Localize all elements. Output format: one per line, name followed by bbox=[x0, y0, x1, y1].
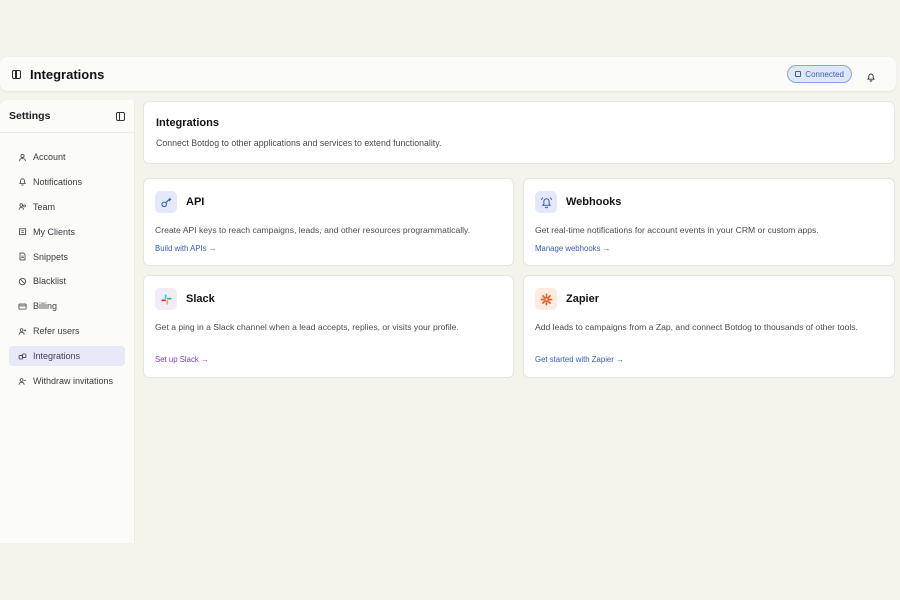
sidebar-header: Settings bbox=[0, 100, 134, 133]
sidebar-item-label: Integrations bbox=[33, 351, 81, 362]
sidebar-item-label: Account bbox=[33, 152, 66, 162]
sidebar-item-withdraw-invitations[interactable]: Withdraw invitations bbox=[9, 371, 125, 391]
sidebar-item-account[interactable]: Account bbox=[9, 147, 125, 167]
section-title: Integrations bbox=[156, 117, 219, 129]
top-bar: Integrations Connected bbox=[0, 57, 896, 91]
slack-integration-card: Slack Get a ping in a Slack channel when… bbox=[143, 275, 514, 378]
credit-card-icon bbox=[18, 302, 27, 311]
sidebar-item-label: Refer users bbox=[33, 326, 80, 337]
webhooks-integration-card: Webhooks Get real-time notifications for… bbox=[523, 178, 895, 266]
integration-description: Get a ping in a Slack channel when a lea… bbox=[155, 322, 459, 332]
sidebar-item-label: Notifications bbox=[33, 176, 83, 187]
sidebar-item-blacklist[interactable]: Blacklist bbox=[9, 271, 125, 291]
integrations-header-card: Integrations Connect Botdog to other app… bbox=[143, 101, 895, 164]
clients-icon bbox=[18, 227, 27, 236]
integration-name: Webhooks bbox=[566, 196, 622, 208]
integration-description: Add leads to campaigns from a Zap, and c… bbox=[535, 322, 858, 332]
sidebar-item-my-clients[interactable]: My Clients bbox=[9, 222, 125, 242]
team-icon bbox=[18, 202, 27, 211]
sidebar-item-label: Team bbox=[33, 201, 56, 212]
link-icon bbox=[18, 352, 27, 361]
sidebar-title: Settings bbox=[9, 110, 51, 122]
sidebar-item-refer-users[interactable]: Refer users bbox=[9, 321, 125, 341]
user-minus-icon bbox=[18, 377, 27, 386]
sidebar-item-label: My Clients bbox=[33, 226, 76, 237]
settings-nav: Account Notifications Team My Clients Sn… bbox=[0, 133, 134, 391]
sidebar-item-label: Billing bbox=[33, 301, 58, 312]
api-integration-card: API Create API keys to reach campaigns, … bbox=[143, 178, 514, 266]
collapse-sidebar-icon[interactable] bbox=[116, 111, 125, 121]
ban-icon bbox=[18, 277, 27, 286]
user-icon bbox=[18, 153, 27, 162]
key-icon bbox=[155, 191, 177, 213]
connected-status-badge[interactable]: Connected bbox=[787, 65, 852, 83]
sidebar-item-integrations[interactable]: Integrations bbox=[9, 346, 125, 367]
sidebar-item-team[interactable]: Team bbox=[9, 197, 125, 217]
connected-status-label: Connected bbox=[805, 69, 844, 79]
settings-sidebar: Settings Account Notifications Team My C… bbox=[0, 100, 135, 543]
webhook-bell-icon bbox=[535, 191, 557, 213]
build-with-apis-link[interactable]: Build with APIs → bbox=[155, 244, 217, 253]
get-started-with-zapier-link[interactable]: Get started with Zapier → bbox=[535, 355, 624, 364]
user-plus-icon bbox=[18, 327, 27, 336]
document-icon bbox=[18, 252, 27, 261]
sidebar-item-billing[interactable]: Billing bbox=[9, 296, 125, 316]
notifications-bell-icon[interactable] bbox=[866, 69, 876, 82]
linkedin-icon bbox=[795, 71, 802, 77]
zapier-logo-icon bbox=[535, 288, 557, 310]
integration-name: API bbox=[186, 196, 205, 208]
integration-name: Slack bbox=[186, 293, 215, 305]
manage-webhooks-link[interactable]: Manage webhooks → bbox=[535, 244, 610, 253]
set-up-slack-link[interactable]: Set up Slack → bbox=[155, 355, 209, 364]
zapier-integration-card: Zapier Add leads to campaigns from a Zap… bbox=[523, 275, 895, 378]
slack-logo-icon bbox=[155, 288, 177, 310]
page-title: Integrations bbox=[30, 66, 105, 82]
section-description: Connect Botdog to other applications and… bbox=[156, 138, 442, 148]
integration-description: Create API keys to reach campaigns, lead… bbox=[155, 225, 471, 235]
integration-name: Zapier bbox=[566, 293, 600, 305]
integration-description: Get real-time notifications for account … bbox=[535, 225, 819, 235]
sidebar-item-label: Blacklist bbox=[33, 276, 67, 287]
sidebar-item-label: Withdraw invitations bbox=[33, 376, 114, 387]
sidebar-item-notifications[interactable]: Notifications bbox=[9, 172, 125, 192]
bell-icon bbox=[18, 177, 27, 187]
sidebar-toggle-icon[interactable] bbox=[12, 69, 21, 79]
sidebar-item-snippets[interactable]: Snippets bbox=[9, 247, 125, 267]
sidebar-item-label: Snippets bbox=[33, 251, 69, 262]
